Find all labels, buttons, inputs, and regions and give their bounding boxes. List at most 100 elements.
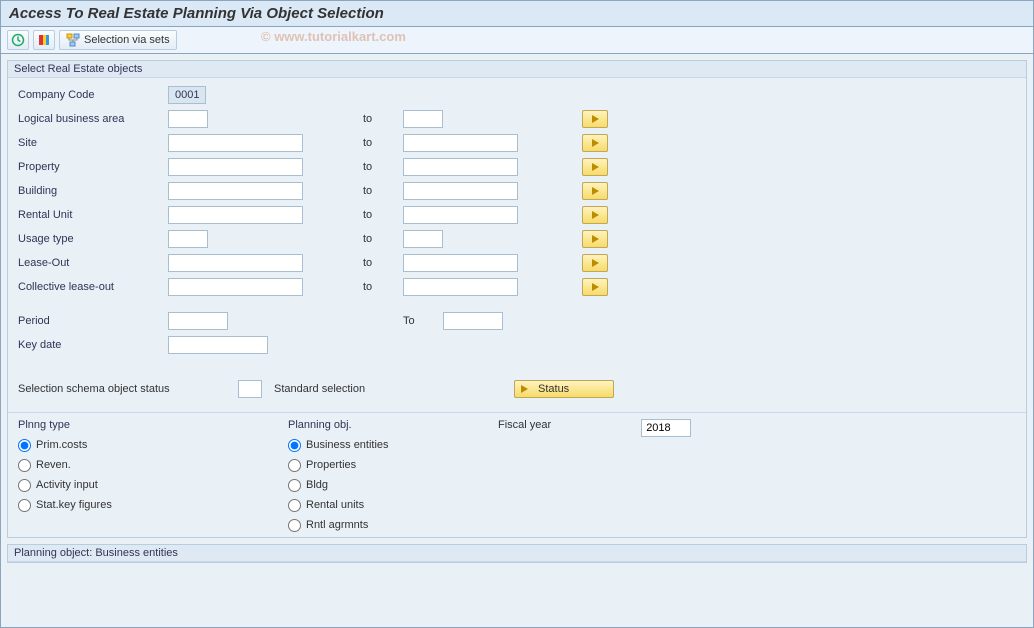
company-code-row: Company Code 0001 (18, 84, 1016, 106)
radio-label: Rental units (306, 499, 364, 511)
multiple-selection-button[interactable] (582, 158, 608, 176)
multiple-selection-button[interactable] (582, 254, 608, 272)
range-to-label: to (363, 137, 403, 149)
select-objects-group: Select Real Estate objects Company Code … (7, 60, 1027, 538)
period-row: Period To (18, 310, 1016, 332)
selection-via-sets-button[interactable]: Selection via sets (59, 30, 177, 50)
schema-row: Selection schema object status Standard … (18, 378, 1016, 400)
radio-input[interactable] (18, 479, 31, 492)
radio-ptype[interactable]: Prim.costs (18, 435, 248, 455)
range-row: Collective lease-outto (18, 276, 1016, 298)
range-to-label: to (363, 257, 403, 269)
arrow-right-icon (592, 283, 599, 291)
range-from-input[interactable] (168, 110, 208, 128)
range-from-input[interactable] (168, 182, 303, 200)
radio-input[interactable] (18, 459, 31, 472)
range-row: Building to (18, 180, 1016, 202)
range-row: Rental Unitto (18, 204, 1016, 226)
fiscal-year-input[interactable] (641, 419, 691, 437)
range-from-input[interactable] (168, 158, 303, 176)
planning-obj-label: Planning obj. (288, 419, 458, 431)
range-from-input[interactable] (168, 206, 303, 224)
range-label: Property (18, 161, 168, 173)
radio-label: Properties (306, 459, 356, 471)
arrow-right-icon (592, 115, 599, 123)
arrow-right-icon (592, 163, 599, 171)
radio-pobj[interactable]: Business entities (288, 435, 458, 455)
radio-input[interactable] (288, 439, 301, 452)
range-row: Propertyto (18, 156, 1016, 178)
period-to-input[interactable] (443, 312, 503, 330)
company-code-value[interactable]: 0001 (168, 86, 206, 104)
planning-strip: Plnng type Prim.costs Reven. Activity inpu… (8, 412, 1026, 537)
radio-label: Business entities (306, 439, 389, 451)
multiple-selection-button[interactable] (582, 206, 608, 224)
radio-pobj[interactable]: Bldg (288, 475, 458, 495)
variant-button[interactable] (33, 30, 55, 50)
radio-input[interactable] (288, 459, 301, 472)
multiple-selection-button[interactable] (582, 230, 608, 248)
range-from-input[interactable] (168, 230, 208, 248)
period-to-label: To (403, 315, 443, 327)
range-to-input[interactable] (403, 158, 518, 176)
radio-input[interactable] (288, 499, 301, 512)
schema-input[interactable] (238, 380, 262, 398)
period-label: Period (18, 315, 168, 327)
multiple-selection-button[interactable] (582, 134, 608, 152)
radio-input[interactable] (288, 519, 301, 532)
range-to-input[interactable] (403, 254, 518, 272)
range-to-label: to (363, 209, 403, 221)
range-label: Building (18, 185, 168, 197)
arrow-right-icon (592, 139, 599, 147)
range-to-label: to (363, 281, 403, 293)
range-label: Lease-Out (18, 257, 168, 269)
radio-ptype[interactable]: Reven. (18, 455, 248, 475)
radio-input[interactable] (18, 499, 31, 512)
radio-input[interactable] (288, 479, 301, 492)
arrow-right-icon (592, 259, 599, 267)
radio-pobj[interactable]: Rntl agrmnts (288, 515, 458, 535)
selection-via-sets-label: Selection via sets (84, 34, 170, 46)
tree-icon (66, 33, 80, 47)
multiple-selection-button[interactable] (582, 278, 608, 296)
radio-input[interactable] (18, 439, 31, 452)
radio-label: Stat.key figures (36, 499, 112, 511)
schema-text: Standard selection (274, 383, 514, 395)
schema-label: Selection schema object status (18, 383, 238, 395)
range-to-input[interactable] (403, 278, 518, 296)
range-to-input[interactable] (403, 134, 518, 152)
range-from-input[interactable] (168, 278, 303, 296)
radio-pobj[interactable]: Properties (288, 455, 458, 475)
arrow-right-icon (592, 235, 599, 243)
arrow-right-icon (521, 385, 528, 393)
status-button-label: Status (538, 383, 569, 395)
range-from-input[interactable] (168, 254, 303, 272)
radio-pobj[interactable]: Rental units (288, 495, 458, 515)
keydate-label: Key date (18, 339, 168, 351)
radio-ptype[interactable]: Stat.key figures (18, 495, 248, 515)
multiple-selection-button[interactable] (582, 110, 608, 128)
company-code-label: Company Code (18, 89, 168, 101)
range-to-input[interactable] (403, 230, 443, 248)
keydate-row: Key date (18, 334, 1016, 356)
title-bar: Access To Real Estate Planning Via Objec… (1, 1, 1033, 27)
range-to-input[interactable] (403, 110, 443, 128)
range-to-input[interactable] (403, 182, 518, 200)
range-row: Logical business areato (18, 108, 1016, 130)
radio-ptype[interactable]: Activity input (18, 475, 248, 495)
plnng-type-label: Plnng type (18, 419, 248, 431)
radio-label: Reven. (36, 459, 71, 471)
radio-label: Bldg (306, 479, 328, 491)
status-button[interactable]: Status (514, 380, 614, 398)
keydate-input[interactable] (168, 336, 268, 354)
multiple-selection-button[interactable] (582, 182, 608, 200)
arrow-right-icon (592, 187, 599, 195)
range-from-input[interactable] (168, 134, 303, 152)
arrow-right-icon (592, 211, 599, 219)
period-from-input[interactable] (168, 312, 228, 330)
execute-button[interactable] (7, 30, 29, 50)
range-to-label: to (363, 185, 403, 197)
range-to-input[interactable] (403, 206, 518, 224)
page-title: Access To Real Estate Planning Via Objec… (9, 5, 1025, 22)
variant-icon (37, 33, 51, 47)
